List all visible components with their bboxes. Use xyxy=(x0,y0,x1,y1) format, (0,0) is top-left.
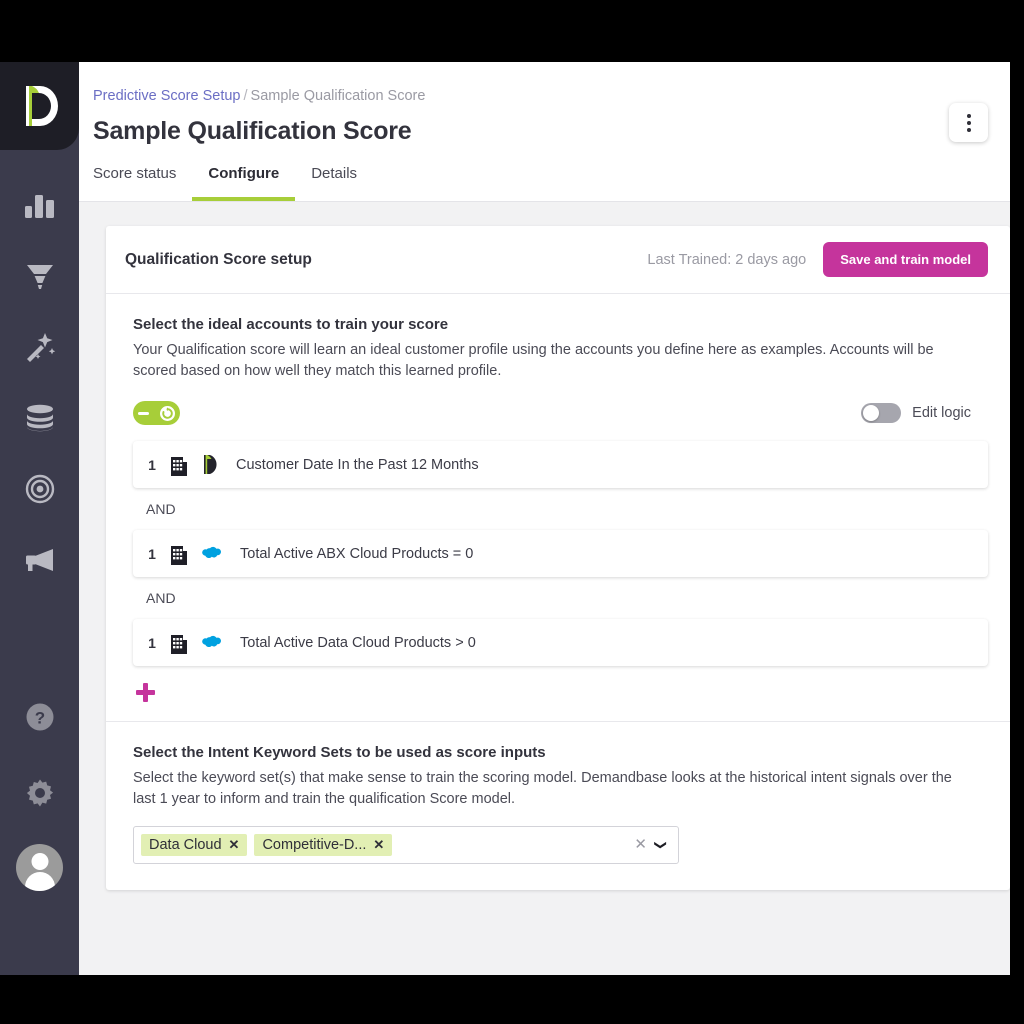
database-stack-icon xyxy=(26,404,53,432)
breadcrumb: Predictive Score Setup / Sample Qualificat… xyxy=(79,88,1010,104)
sidebar-nav-top xyxy=(0,180,79,585)
edit-logic-label: Edit logic xyxy=(912,405,971,422)
keyword-chip-label: Competitive-D... xyxy=(262,836,367,853)
card-title: Qualification Score setup xyxy=(125,250,312,268)
breadcrumb-current: Sample Qualification Score xyxy=(250,88,426,104)
sidebar-item-audiences[interactable] xyxy=(12,464,68,514)
more-actions-button[interactable] xyxy=(949,103,988,142)
kebab-dot xyxy=(966,120,971,125)
tab-score-status[interactable]: Score status xyxy=(93,165,192,201)
sidebar-item-settings[interactable] xyxy=(12,768,68,818)
rule-connector: AND xyxy=(146,501,176,518)
keyword-sets-multiselect[interactable]: Data Cloud ✕ Competitive-D... ✕ ✕ ❯ xyxy=(133,825,679,864)
sidebar-item-funnel[interactable] xyxy=(12,251,68,301)
save-and-train-button[interactable]: Save and train model xyxy=(823,242,988,277)
sidebar: ? xyxy=(0,62,79,975)
edit-logic-toggle[interactable] xyxy=(861,403,902,424)
add-rule-button[interactable] xyxy=(136,683,155,703)
avatar[interactable] xyxy=(16,844,63,891)
gear-icon xyxy=(26,779,53,807)
refresh-icon xyxy=(160,405,175,421)
table-row[interactable]: 1 Customer Date In the Past 12 Months xyxy=(133,441,988,489)
target-icon xyxy=(25,474,54,504)
keyword-chip-label: Data Cloud xyxy=(149,836,222,853)
accounts-section: Select the ideal accounts to train your … xyxy=(106,294,1010,426)
sidebar-item-analytics[interactable] xyxy=(12,180,68,230)
demandbase-logo[interactable] xyxy=(0,62,79,150)
sidebar-nav-bottom: ? xyxy=(0,692,79,891)
minus-icon xyxy=(138,411,149,415)
table-row[interactable]: 1 Total Ac xyxy=(133,619,988,667)
edit-logic-control: Edit logic xyxy=(861,403,971,424)
building-icon xyxy=(171,634,187,654)
rule-number: 1 xyxy=(148,456,156,473)
clear-all-icon[interactable]: ✕ xyxy=(634,837,647,852)
rule-text: Customer Date In the Past 12 Months xyxy=(236,456,479,473)
svg-text:?: ? xyxy=(34,709,44,728)
rules-controls-row: Edit logic xyxy=(133,401,988,426)
intent-section-title: Select the Intent Keyword Sets to be use… xyxy=(133,744,546,762)
add-rule-row xyxy=(106,666,1010,721)
magic-wand-icon xyxy=(26,333,55,362)
tab-details[interactable]: Details xyxy=(295,165,373,201)
qualification-score-card: Qualification Score setup Last Trained: … xyxy=(106,226,1010,890)
main-content: Predictive Score Setup / Sample Qualificat… xyxy=(79,62,1010,975)
intent-section-description: Select the keyword set(s) that make sens… xyxy=(133,770,952,808)
rule-text: Total Active Data Cloud Products > 0 xyxy=(240,634,476,651)
megaphone-icon xyxy=(25,549,53,571)
bar-chart-icon xyxy=(25,195,54,218)
rule-number: 1 xyxy=(148,634,156,651)
rule-number: 1 xyxy=(148,545,156,562)
demandbase-logo-icon xyxy=(25,86,58,126)
breadcrumb-parent-link[interactable]: Predictive Score Setup xyxy=(93,88,241,104)
remove-chip-icon[interactable]: ✕ xyxy=(229,837,240,853)
page-title: Sample Qualification Score xyxy=(93,117,412,145)
keyword-chip[interactable]: Data Cloud ✕ xyxy=(141,833,248,856)
breadcrumb-separator: / xyxy=(243,88,248,104)
keyword-chip[interactable]: Competitive-D... ✕ xyxy=(254,833,393,856)
salesforce-icon xyxy=(202,636,221,648)
configure-panel: Qualification Score setup Last Trained: … xyxy=(79,202,1010,975)
toggle-knob xyxy=(863,405,880,422)
rule-connector: AND xyxy=(146,590,176,607)
accounts-section-description: Your Qualification score will learn an i… xyxy=(133,342,934,380)
demandbase-icon xyxy=(204,455,217,475)
sidebar-item-advertising[interactable] xyxy=(12,535,68,585)
card-header: Qualification Score setup Last Trained: … xyxy=(106,226,1010,294)
avatar-head xyxy=(31,853,48,870)
rule-text: Total Active ABX Cloud Products = 0 xyxy=(240,545,474,562)
building-icon xyxy=(171,545,187,565)
card-header-actions: Last Trained: 2 days ago Save and train … xyxy=(647,242,988,277)
page-header: Predictive Score Setup / Sample Qualificat… xyxy=(79,62,1010,202)
tab-bar-underline xyxy=(79,201,1010,202)
last-trained-label: Last Trained: 2 days ago xyxy=(647,251,807,268)
sidebar-item-data[interactable] xyxy=(12,393,68,443)
kebab-dot xyxy=(966,127,971,132)
tab-configure[interactable]: Configure xyxy=(192,165,296,201)
remove-chip-icon[interactable]: ✕ xyxy=(373,837,384,853)
app-window: ? Predictive Score Setup / Sample Qualific… xyxy=(0,62,1010,975)
multiselect-actions: ✕ ❯ xyxy=(634,837,671,852)
intent-section: Select the Intent Keyword Sets to be use… xyxy=(106,722,1010,889)
tab-bar: Score status Configure Details xyxy=(79,165,1010,201)
funnel-icon xyxy=(26,265,53,289)
avatar-body xyxy=(24,872,55,891)
building-icon xyxy=(171,456,187,476)
table-row[interactable]: 1 Total Ac xyxy=(133,530,988,578)
chevron-down-icon[interactable]: ❯ xyxy=(654,840,668,850)
kebab-dot xyxy=(966,113,971,118)
sidebar-item-help[interactable]: ? xyxy=(12,692,68,742)
help-icon: ? xyxy=(26,703,53,731)
accounts-section-title: Select the ideal accounts to train your … xyxy=(133,316,449,333)
salesforce-icon xyxy=(202,547,221,559)
sidebar-item-intent[interactable] xyxy=(12,322,68,372)
rules-list: 1 Customer Date In the Past 12 Months AN… xyxy=(106,441,1010,667)
collapse-refresh-pill[interactable] xyxy=(133,401,180,426)
